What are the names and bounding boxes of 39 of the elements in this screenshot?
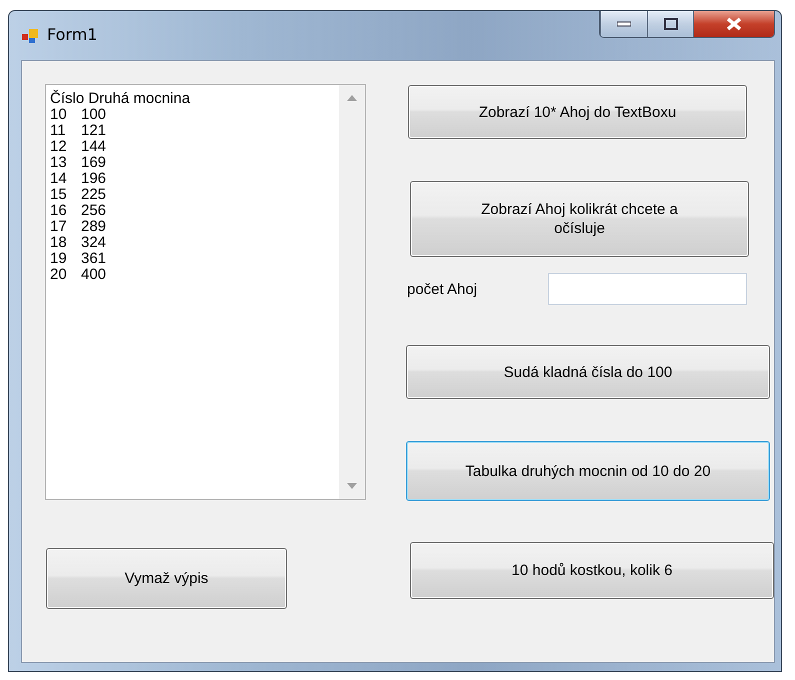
command-button[interactable]: Tabulka druhých mocnin od 10 do 20: [406, 441, 770, 501]
list-value: 121: [81, 123, 106, 139]
minimize-icon: [617, 21, 631, 27]
close-icon: [725, 17, 743, 31]
command-button[interactable]: Sudá kladná čísla do 100: [406, 345, 770, 399]
count-input[interactable]: [548, 273, 747, 305]
clear-button[interactable]: Vymaž výpis: [46, 548, 287, 609]
list-value: 361: [81, 251, 106, 267]
list-value: 144: [81, 139, 106, 155]
list-number: 15: [50, 186, 67, 203]
list-number: 11: [50, 122, 66, 139]
list-number: 17: [50, 218, 67, 235]
minimize-button[interactable]: [600, 11, 647, 37]
command-button[interactable]: Zobrazí Ahoj kolikrát chcete a očísluje: [410, 181, 749, 257]
list-number: 19: [50, 250, 67, 267]
list-value: 289: [81, 219, 106, 235]
maximize-button[interactable]: [647, 11, 693, 37]
list-value: 225: [81, 187, 106, 203]
window-title: Form1: [47, 25, 98, 44]
list-number: 20: [50, 266, 67, 283]
form-icon: [21, 27, 39, 45]
count-label: počet Ahoj: [407, 280, 478, 298]
list-number: 18: [50, 234, 67, 251]
close-button[interactable]: [693, 11, 774, 37]
list-number: 16: [50, 202, 67, 219]
maximize-icon: [664, 18, 678, 30]
command-button[interactable]: 10 hodů kostkou, kolik 6: [410, 542, 774, 599]
list-value: 400: [81, 267, 106, 283]
list-header: Číslo Druhá mocnina: [50, 91, 190, 107]
list-number: 14: [50, 170, 67, 187]
list-value: 169: [81, 155, 106, 171]
list-value: 256: [81, 203, 106, 219]
list-number: 10: [50, 106, 67, 123]
list-value: 324: [81, 235, 106, 251]
list-value: 196: [81, 171, 106, 187]
command-button[interactable]: Zobrazí 10* Ahoj do TextBoxu: [408, 85, 747, 139]
list-number: 13: [50, 154, 67, 171]
list-value: 100: [81, 107, 106, 123]
list-number: 12: [50, 138, 67, 155]
